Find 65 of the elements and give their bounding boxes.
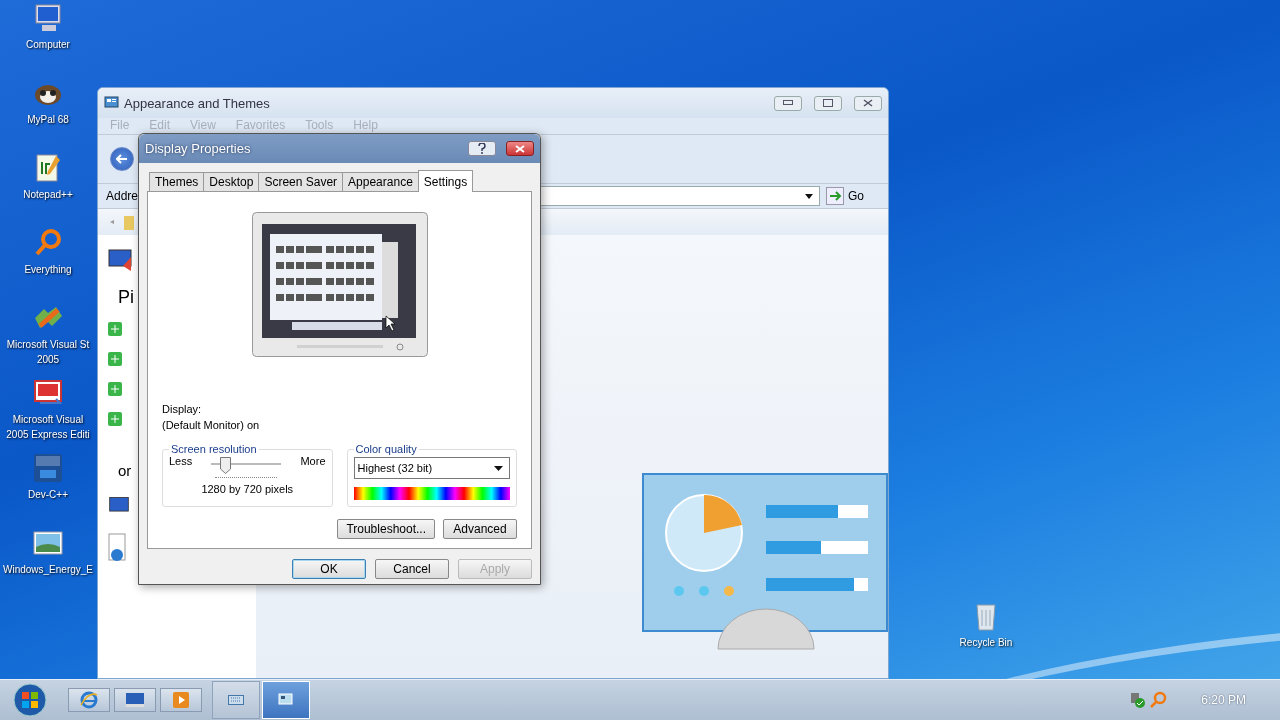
dialog-title: Display Properties bbox=[145, 141, 251, 156]
maximize-button[interactable] bbox=[814, 95, 842, 111]
computer-icon[interactable] bbox=[32, 2, 64, 34]
display-label: Display: bbox=[162, 402, 203, 417]
close-button[interactable] bbox=[506, 141, 534, 156]
dialog-button[interactable]: Troubleshoot... bbox=[337, 519, 435, 539]
dialog-button[interactable]: Cancel bbox=[375, 559, 449, 579]
help-icon bbox=[478, 143, 486, 154]
group-title: Screen resolution bbox=[170, 443, 258, 455]
address-label: Addre bbox=[106, 189, 140, 203]
color-quality-dropdown[interactable]: Highest (32 bit) bbox=[353, 457, 510, 479]
browser-icon bbox=[80, 691, 98, 709]
dropdown-arrow-icon bbox=[805, 193, 813, 199]
control-panel-icon bbox=[278, 692, 294, 708]
back-arrow-icon bbox=[116, 154, 128, 164]
resolution-reading: 1280 by 720 pixels bbox=[200, 483, 295, 495]
section-heading: or bbox=[118, 462, 132, 479]
minimize-button[interactable] bbox=[774, 95, 802, 111]
display-value: (Default Monitor) on bbox=[162, 418, 261, 433]
start-button[interactable] bbox=[13, 683, 47, 717]
go-button[interactable]: Go bbox=[848, 189, 864, 203]
desktop-icon-label[interactable]: Recycle Bin bbox=[959, 635, 1013, 650]
quick-launch-button[interactable] bbox=[114, 688, 156, 712]
desktop-icon-label[interactable]: Microsoft Visual 2005 Express Editi bbox=[6, 412, 90, 442]
tab[interactable]: Themes bbox=[149, 172, 205, 191]
task-icon bbox=[108, 322, 122, 336]
window-title: Appearance and Themes bbox=[124, 95, 270, 111]
desktop-icon bbox=[126, 693, 144, 707]
back-button[interactable] bbox=[110, 147, 134, 171]
keyboard-icon bbox=[228, 695, 244, 705]
close-icon bbox=[515, 144, 525, 153]
task-icon bbox=[108, 382, 122, 396]
close-button[interactable] bbox=[854, 95, 882, 111]
media-player-icon bbox=[173, 692, 189, 708]
tab[interactable]: Appearance bbox=[342, 172, 419, 191]
less-label: Less bbox=[169, 455, 193, 467]
quick-launch-button[interactable] bbox=[68, 688, 110, 712]
tab[interactable]: Screen Saver bbox=[258, 172, 344, 191]
section-heading: Pi bbox=[118, 287, 134, 308]
desktop-icon-label[interactable]: Microsoft Visual St 2005 bbox=[6, 337, 90, 367]
folder-icon bbox=[108, 214, 134, 230]
dialog-button[interactable]: Advanced bbox=[443, 519, 517, 539]
slider-thumb[interactable] bbox=[220, 457, 232, 474]
desktop-icon-label[interactable]: MyPal 68 bbox=[27, 112, 69, 127]
display-settings-icon bbox=[108, 249, 132, 271]
tab[interactable]: Desktop bbox=[203, 172, 260, 191]
security-shield-icon[interactable] bbox=[1129, 691, 1148, 709]
desktop-icon-label[interactable]: Everything bbox=[24, 262, 72, 277]
group-title: Color quality bbox=[354, 443, 418, 455]
desktop-icon-label[interactable]: Notepad++ bbox=[23, 187, 73, 202]
dropdown-arrow-icon bbox=[494, 465, 503, 471]
close-icon bbox=[863, 99, 873, 107]
desktop-icon-label[interactable]: Computer bbox=[26, 37, 70, 52]
task-icon bbox=[108, 412, 122, 426]
task-icon bbox=[108, 352, 122, 366]
dialog-button[interactable]: OK bbox=[292, 559, 366, 579]
help-button[interactable] bbox=[468, 141, 496, 156]
desktop-icon-label[interactable]: Windows_Energy_E bbox=[2, 562, 93, 577]
minimize-icon bbox=[783, 100, 793, 106]
desktop-icon-label[interactable]: Dev-C++ bbox=[28, 487, 68, 502]
taskbar-button[interactable] bbox=[212, 681, 260, 719]
control-panel-icon bbox=[104, 95, 120, 111]
maximize-icon bbox=[823, 99, 833, 107]
more-label: More bbox=[300, 455, 326, 467]
tab[interactable]: Settings bbox=[417, 170, 474, 192]
